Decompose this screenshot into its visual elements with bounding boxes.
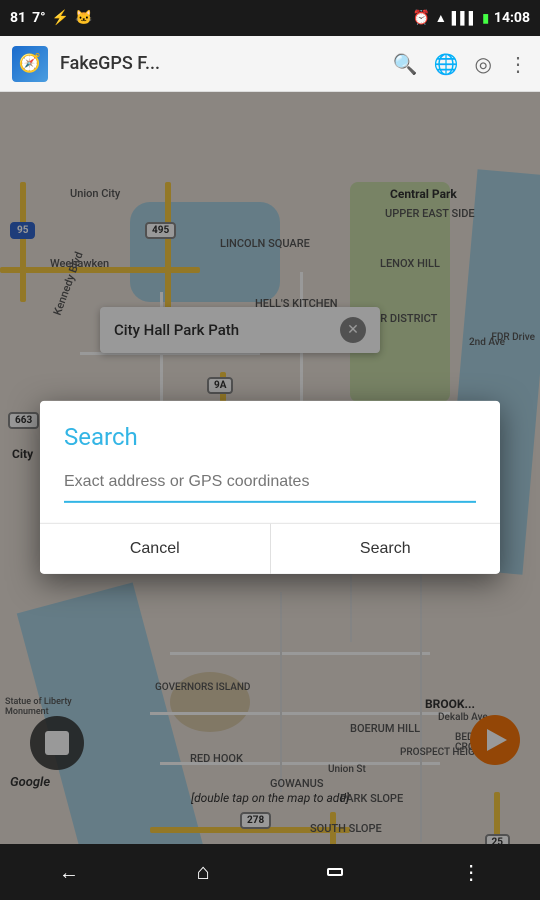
search-dialog: Search Cancel Search: [40, 401, 500, 574]
back-button[interactable]: ←: [59, 860, 79, 885]
nav-overflow-icon: ⋮: [461, 860, 481, 884]
recents-button[interactable]: [327, 868, 343, 876]
battery-icon: ▮: [482, 11, 489, 25]
signal-icon: ▌▌▌: [452, 11, 478, 25]
search-button[interactable]: Search: [271, 524, 501, 574]
status-bar: 81 7° ⚡ 🐱 ⏰ ▲ ▌▌▌ ▮ 14:08: [0, 0, 540, 36]
bolt-icon: ⚡: [52, 10, 69, 26]
app-bar: 🧭 FakeGPS F... 🔍 🌐 ◎ ⋮: [0, 36, 540, 92]
recents-icon: [327, 868, 343, 876]
app-icon: 🧭: [12, 46, 48, 82]
overflow-menu-icon[interactable]: ⋮: [508, 52, 528, 76]
time-display: 14:08: [494, 10, 530, 26]
nav-overflow-button[interactable]: ⋮: [461, 860, 481, 884]
search-input[interactable]: [64, 469, 476, 495]
search-appbar-icon[interactable]: 🔍: [393, 52, 418, 76]
globe-icon[interactable]: 🌐: [434, 52, 459, 76]
alarm-icon: ⏰: [412, 10, 429, 26]
battery-level: 81: [10, 10, 26, 26]
dialog-title: Search: [64, 423, 476, 451]
map-container[interactable]: 95 495 495 9A 663 278 27 25 Union City L…: [0, 92, 540, 900]
cancel-button[interactable]: Cancel: [40, 524, 271, 574]
wifi-icon: ▲: [435, 11, 447, 25]
home-button[interactable]: ⌂: [197, 859, 210, 885]
cat-icon: 🐱: [75, 10, 92, 26]
nav-bar: ← ⌂ ⋮: [0, 844, 540, 900]
back-icon: ←: [59, 860, 79, 885]
home-icon: ⌂: [197, 859, 210, 885]
compass-icon: 🧭: [19, 53, 41, 74]
app-bar-actions: 🔍 🌐 ◎ ⋮: [393, 52, 528, 76]
location-icon[interactable]: ◎: [475, 52, 492, 76]
app-title: FakeGPS F...: [60, 53, 381, 74]
temperature: 7°: [32, 10, 46, 26]
